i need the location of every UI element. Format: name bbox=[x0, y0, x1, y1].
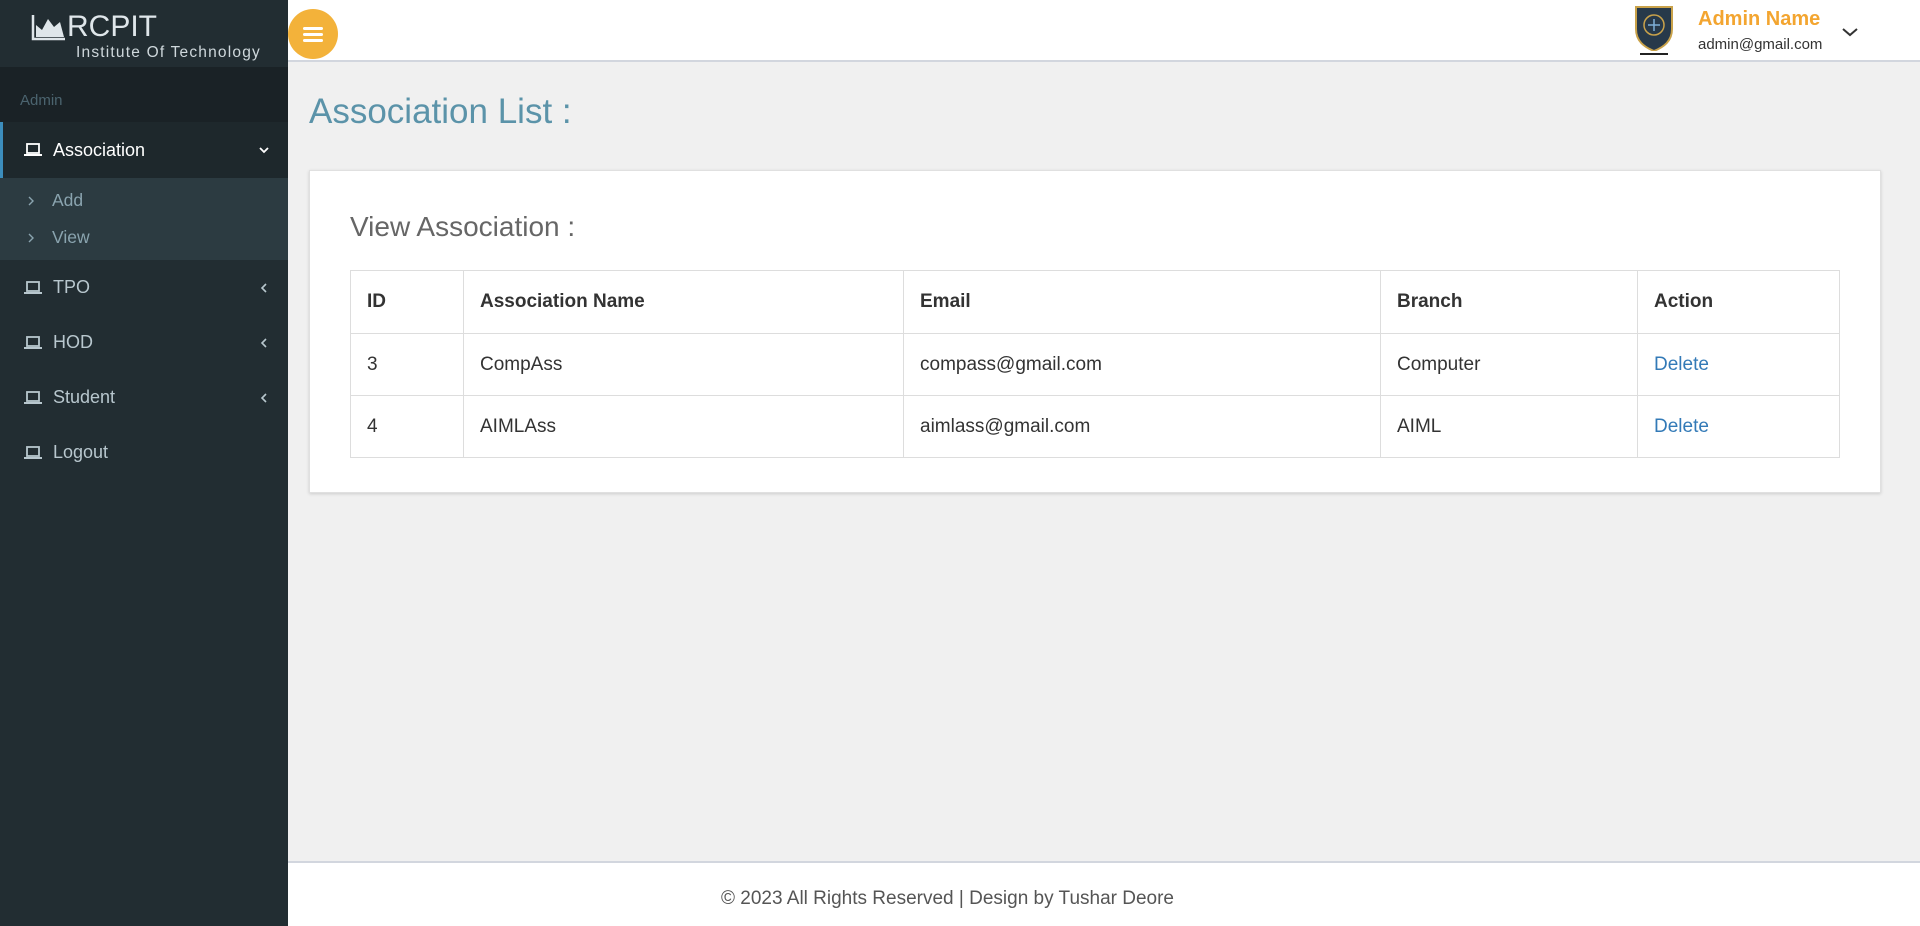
association-card: View Association : ID Association Name E… bbox=[309, 170, 1881, 493]
laptop-icon bbox=[24, 390, 42, 404]
cell-association-name: AIMLAss bbox=[463, 395, 904, 458]
chevron-left-icon bbox=[260, 282, 267, 293]
column-header-action: Action bbox=[1637, 270, 1840, 334]
brand-name: RCPIT bbox=[67, 10, 157, 43]
delete-link[interactable]: Delete bbox=[1654, 354, 1709, 375]
sidebar: RCPIT Institute Of Technology Admin Asso… bbox=[0, 0, 288, 926]
cell-action: Delete bbox=[1637, 333, 1840, 396]
chevron-left-icon bbox=[260, 392, 267, 403]
delete-link[interactable]: Delete bbox=[1654, 416, 1709, 437]
sidebar-item-tpo[interactable]: TPO bbox=[0, 260, 288, 315]
topbar: Admin Name admin@gmail.com bbox=[288, 0, 1920, 62]
association-table: ID Association Name Email Branch Action … bbox=[350, 270, 1840, 458]
chevron-left-icon bbox=[260, 337, 267, 348]
sidebar-item-label: Logout bbox=[53, 442, 109, 462]
submenu-item-label: View bbox=[52, 227, 90, 247]
hamburger-icon bbox=[303, 27, 323, 42]
laptop-icon bbox=[24, 445, 42, 459]
table-header-row: ID Association Name Email Branch Action bbox=[350, 270, 1840, 334]
sidebar-item-label: TPO bbox=[53, 277, 91, 297]
sidebar-item-label: HOD bbox=[53, 332, 93, 352]
footer-copyright: © 2023 All Rights Reserved | Design by T… bbox=[721, 888, 1174, 909]
chevron-right-icon bbox=[28, 233, 34, 242]
sidebar-item-label: Association bbox=[53, 139, 146, 160]
column-header-association-name: Association Name bbox=[463, 270, 904, 334]
cell-email: aimlass@gmail.com bbox=[903, 395, 1381, 458]
brand-logo: RCPIT bbox=[31, 10, 157, 44]
column-header-email: Email bbox=[903, 270, 1381, 334]
cell-branch: AIML bbox=[1380, 395, 1638, 458]
cell-id: 4 bbox=[350, 395, 464, 458]
sidebar-header: Admin bbox=[0, 67, 288, 122]
sidebar-item-student[interactable]: Student bbox=[0, 370, 288, 425]
laptop-icon bbox=[24, 280, 42, 294]
cell-branch: Computer bbox=[1380, 333, 1638, 396]
sidebar-item-label: Student bbox=[53, 387, 116, 407]
submenu-item-label: Add bbox=[52, 190, 84, 210]
column-header-id: ID bbox=[350, 270, 464, 334]
sidebar-item-hod[interactable]: HOD bbox=[0, 315, 288, 370]
submenu-item-view[interactable]: View bbox=[0, 219, 288, 256]
user-email: admin@gmail.com bbox=[1698, 36, 1823, 53]
brand-subtitle: Institute Of Technology bbox=[76, 44, 261, 61]
chevron-right-icon bbox=[28, 196, 34, 205]
laptop-icon bbox=[24, 143, 42, 156]
user-name[interactable]: Admin Name bbox=[1698, 8, 1820, 31]
sidebar-item-association[interactable]: Association bbox=[0, 122, 288, 178]
chevron-down-icon bbox=[259, 147, 269, 154]
institute-crest-logo[interactable] bbox=[1630, 3, 1678, 59]
sidebar-item-logout[interactable]: Logout bbox=[0, 425, 288, 480]
column-header-branch: Branch bbox=[1380, 270, 1638, 334]
chart-logo-icon bbox=[31, 15, 65, 41]
cell-action: Delete bbox=[1637, 395, 1840, 458]
hamburger-menu-button[interactable] bbox=[288, 9, 338, 59]
cell-association-name: CompAss bbox=[463, 333, 904, 396]
submenu-item-add[interactable]: Add bbox=[0, 182, 288, 219]
chevron-down-icon[interactable] bbox=[1841, 26, 1859, 38]
brand[interactable]: RCPIT Institute Of Technology bbox=[0, 0, 288, 62]
table-row: 3 CompAss compass@gmail.com Computer Del… bbox=[350, 333, 1840, 396]
card-title: View Association : bbox=[350, 211, 576, 242]
laptop-icon bbox=[24, 335, 42, 349]
footer: © 2023 All Rights Reserved | Design by T… bbox=[288, 861, 1920, 926]
table-row: 4 AIMLAss aimlass@gmail.com AIML Delete bbox=[350, 395, 1840, 458]
association-submenu: Add View bbox=[0, 178, 288, 260]
page-title: Association List : bbox=[309, 92, 572, 131]
cell-id: 3 bbox=[350, 333, 464, 396]
cell-email: compass@gmail.com bbox=[903, 333, 1381, 396]
